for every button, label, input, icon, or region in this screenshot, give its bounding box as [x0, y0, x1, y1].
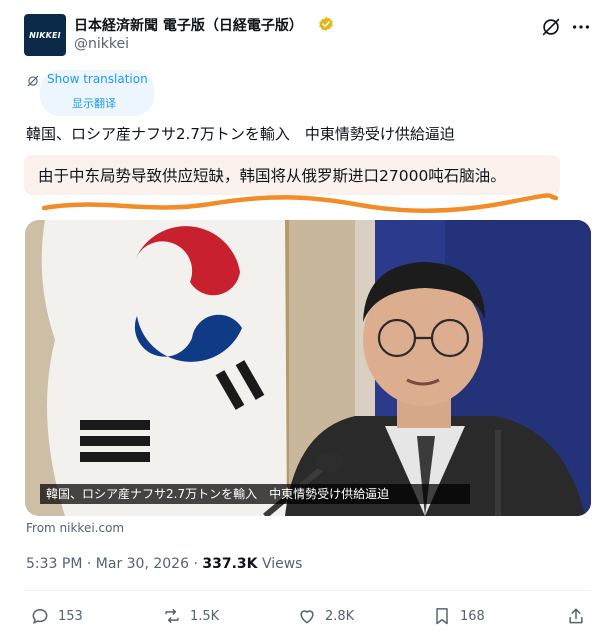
share-button[interactable] — [566, 606, 594, 626]
views-count: 337.3K — [202, 556, 258, 572]
bookmark-button[interactable]: 168 — [432, 606, 485, 626]
show-translation-cn[interactable]: 显示翻译 — [72, 95, 116, 111]
reply-button[interactable]: 153 — [30, 606, 83, 626]
avatar-logo-text: NIKKEI — [29, 30, 61, 40]
repost-button[interactable]: 1.5K — [162, 606, 219, 626]
orange-underline-scribble — [41, 193, 559, 213]
meta-separator: · — [193, 556, 198, 572]
meta-separator: · — [86, 556, 92, 572]
repost-count: 1.5K — [190, 608, 220, 624]
reply-count: 153 — [58, 608, 83, 624]
image-caption: 韓国、ロシア産ナフサ2.7万トンを輸入 中東情勢受け供給逼迫 — [46, 487, 390, 501]
like-button[interactable]: 2.8K — [297, 606, 354, 626]
divider — [24, 590, 590, 591]
avatar[interactable]: NIKKEI — [24, 14, 66, 56]
share-icon — [569, 608, 583, 624]
repost-icon — [165, 609, 179, 623]
bookmark-icon — [436, 608, 448, 625]
photo-illustration — [25, 220, 591, 516]
grok-icon[interactable] — [540, 16, 562, 38]
like-count: 2.8K — [325, 608, 355, 624]
post-text: 韓国、ロシア産ナフサ2.7万トンを輸入 中東情勢受け供給逼迫 — [26, 125, 455, 143]
account-handle[interactable]: @nikkei — [74, 36, 129, 52]
views-label: Views — [261, 556, 303, 572]
reply-icon — [32, 608, 48, 624]
post-image[interactable] — [25, 220, 591, 516]
bookmark-count: 168 — [460, 608, 485, 624]
more-icon[interactable] — [570, 16, 592, 38]
post-time[interactable]: 5:33 PM — [26, 556, 82, 572]
show-translation-link[interactable]: Show translation — [47, 72, 148, 86]
translate-icon — [27, 75, 39, 87]
display-name[interactable]: 日本経済新聞 電子版（日経電子版） — [74, 15, 303, 35]
verified-badge-icon — [319, 16, 333, 32]
chinese-translation-text: 由于中东局势导致供应短缺，韩国将从俄罗斯进口27000吨石脑油。 — [38, 167, 506, 185]
post-date[interactable]: Mar 30, 2026 — [96, 556, 189, 572]
like-icon — [300, 610, 314, 624]
post-meta: 5:33 PM · Mar 30, 2026 · 337.3K Views — [26, 556, 302, 572]
source-link[interactable]: From nikkei.com — [26, 521, 124, 535]
